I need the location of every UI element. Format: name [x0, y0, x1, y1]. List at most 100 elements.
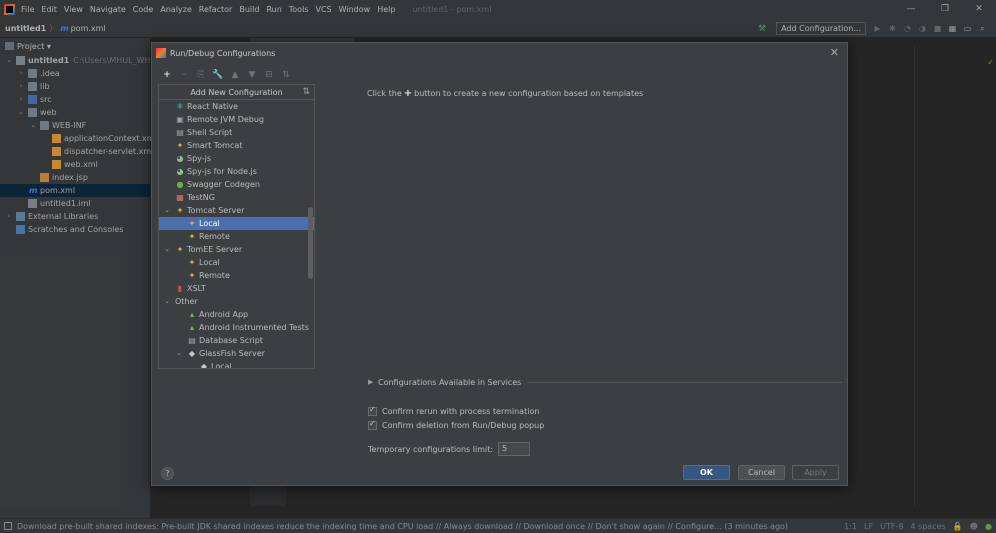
- services-divider: [527, 381, 842, 383]
- config-template-label: GlassFish Server: [199, 349, 265, 358]
- config-template-item[interactable]: ▮ XSLT: [159, 282, 314, 295]
- confirm-rerun-checkbox[interactable]: [368, 405, 377, 416]
- config-template-label: React Native: [187, 102, 239, 111]
- temp-config-limit-label: Temporary configurations limit:: [368, 444, 494, 454]
- sort-alpha-icon[interactable]: ⇅: [302, 87, 310, 97]
- chevron-down-icon[interactable]: ⌄: [163, 204, 171, 217]
- services-label: Configurations Available in Services: [378, 377, 522, 387]
- services-section[interactable]: ▶ Configurations Available in Services: [368, 376, 842, 388]
- config-template-item[interactable]: ✦ Remote: [159, 269, 314, 282]
- config-template-label: Local: [199, 258, 220, 267]
- tomee-icon: ✦: [176, 245, 184, 254]
- config-template-item[interactable]: ▴ Android App: [159, 308, 314, 321]
- config-template-label: Local: [211, 362, 232, 369]
- config-template-item[interactable]: ⌄ ◆ GlassFish Server: [159, 347, 314, 360]
- edit-templates-icon[interactable]: 🔧: [211, 70, 225, 80]
- config-template-label: Android App: [199, 310, 249, 319]
- config-template-item[interactable]: ✦ Local: [159, 256, 314, 269]
- add-configuration-icon[interactable]: +: [160, 70, 174, 80]
- config-template-label: Swagger Codegen: [187, 180, 260, 189]
- temp-config-limit-row: Temporary configurations limit: 5: [368, 442, 531, 456]
- help-button[interactable]: ?: [161, 467, 174, 480]
- config-template-label: Database Script: [199, 336, 263, 345]
- config-template-label: XSLT: [187, 284, 206, 293]
- shell-script-icon: ▤: [176, 128, 184, 137]
- react-native-icon: ⚛: [176, 102, 184, 111]
- remote-debug-icon: ▣: [176, 115, 184, 124]
- config-template-label: Spy-js for Node.js: [187, 167, 257, 176]
- config-template-item[interactable]: ◕ Spy-js for Node.js: [159, 165, 314, 178]
- tomee-local-icon: ✦: [188, 258, 196, 267]
- confirm-delete-row: Confirm deletion from Run/Debug popup: [368, 419, 544, 431]
- config-template-item[interactable]: ▦ TestNG: [159, 191, 314, 204]
- confirm-rerun-label: Confirm rerun with process termination: [382, 406, 540, 416]
- smart-tomcat-icon: ✦: [176, 141, 184, 150]
- config-template-item[interactable]: ▤ Shell Script: [159, 126, 314, 139]
- config-template-item[interactable]: ◕ Spy-js: [159, 152, 314, 165]
- config-template-label: TomEE Server: [187, 245, 243, 254]
- config-template-label: Remote: [199, 271, 230, 280]
- config-template-item[interactable]: ✦ Remote: [159, 230, 314, 243]
- glassfish-icon: ◆: [188, 349, 196, 358]
- create-hint: Click the + button to create a new configu…: [367, 88, 644, 99]
- glassfish-local-icon: ◆: [200, 362, 208, 369]
- dialog-logo-icon: [156, 48, 166, 58]
- config-template-label: Tomcat Server: [187, 206, 245, 215]
- tomcat-remote-icon: ✦: [188, 232, 196, 241]
- spyjs-icon: ◕: [176, 154, 184, 163]
- android-tests-icon: ▴: [189, 323, 194, 332]
- apply-button[interactable]: Apply: [792, 465, 839, 480]
- add-new-configuration-header: Add New Configuration ⇅: [159, 85, 314, 100]
- folder-icon[interactable]: ⊟: [262, 70, 276, 80]
- config-template-item[interactable]: ✦ Smart Tomcat: [159, 139, 314, 152]
- config-template-label: Spy-js: [187, 154, 212, 163]
- config-template-item[interactable]: ⌄ Other: [159, 295, 314, 308]
- chevron-down-icon[interactable]: ⌄: [163, 295, 171, 308]
- dialog-close-button[interactable]: ✕: [830, 46, 839, 59]
- testng-icon: ▦: [176, 193, 184, 202]
- config-template-item[interactable]: ⚛ React Native: [159, 100, 314, 113]
- dialog-title-bar: Run/Debug Configurations: [152, 43, 847, 63]
- remove-configuration-icon[interactable]: −: [177, 70, 191, 80]
- config-template-item[interactable]: ▣ Remote JVM Debug: [159, 113, 314, 126]
- tomcat-icon: ✦: [176, 206, 184, 215]
- spyjs-node-icon: ◕: [176, 167, 184, 176]
- config-template-label: Local: [199, 219, 220, 228]
- config-template-item[interactable]: ⌄ ✦ TomEE Server: [159, 243, 314, 256]
- config-template-label: Other: [175, 297, 198, 306]
- list-scrollbar[interactable]: [308, 207, 313, 279]
- config-template-label: Remote: [199, 232, 230, 241]
- database-icon: ▤: [188, 336, 196, 345]
- confirm-delete-checkbox[interactable]: [368, 419, 377, 430]
- config-template-item[interactable]: ● Swagger Codegen: [159, 178, 314, 191]
- temp-config-limit-input[interactable]: 5: [498, 442, 531, 456]
- copy-configuration-icon[interactable]: ⎘: [194, 70, 208, 80]
- config-template-item[interactable]: ⌄ ✦ Tomcat Server: [159, 204, 314, 217]
- expand-arrow-icon[interactable]: ▶: [368, 378, 378, 386]
- chevron-down-icon[interactable]: ⌄: [163, 243, 171, 256]
- tomcat-local-icon: ✦: [188, 219, 196, 228]
- dialog-title: Run/Debug Configurations: [170, 48, 276, 58]
- confirm-delete-label: Confirm deletion from Run/Debug popup: [382, 420, 545, 430]
- config-toolbar: + − ⎘ 🔧 ▲ ▼ ⊟ ⇅: [160, 68, 296, 82]
- configuration-detail-pane: Click the + button to create a new configu…: [367, 84, 837, 374]
- configuration-template-list: ⚛ React Native ▣ Remote JVM Debug ▤ Shell Scr…: [159, 100, 314, 369]
- tomee-remote-icon: ✦: [188, 271, 196, 280]
- configuration-list-pane: Add New Configuration ⇅ ⚛ React Native ▣ Re…: [158, 84, 315, 369]
- config-template-label: Remote JVM Debug: [187, 115, 264, 124]
- swagger-icon: ●: [176, 180, 184, 189]
- config-template-item[interactable]: ▤ Database Script: [159, 334, 314, 347]
- config-template-label: Android Instrumented Tests: [199, 323, 309, 332]
- move-up-icon[interactable]: ▲: [228, 70, 242, 80]
- run-debug-configurations-dialog: Run/Debug Configurations ✕ + − ⎘ 🔧 ▲ ▼ ⊟…: [151, 42, 848, 486]
- config-template-item[interactable]: ◆ Local: [159, 360, 314, 369]
- confirm-rerun-row: Confirm rerun with process termination: [368, 405, 539, 417]
- ok-button[interactable]: OK: [683, 465, 730, 480]
- move-down-icon[interactable]: ▼: [245, 70, 259, 80]
- config-template-item[interactable]: ✦ Local: [159, 217, 314, 230]
- sort-icon[interactable]: ⇅: [279, 70, 293, 80]
- cancel-button[interactable]: Cancel: [738, 465, 785, 480]
- config-template-item[interactable]: ▴ Android Instrumented Tests: [159, 321, 314, 334]
- config-template-label: Smart Tomcat: [187, 141, 243, 150]
- chevron-down-icon[interactable]: ⌄: [175, 347, 183, 360]
